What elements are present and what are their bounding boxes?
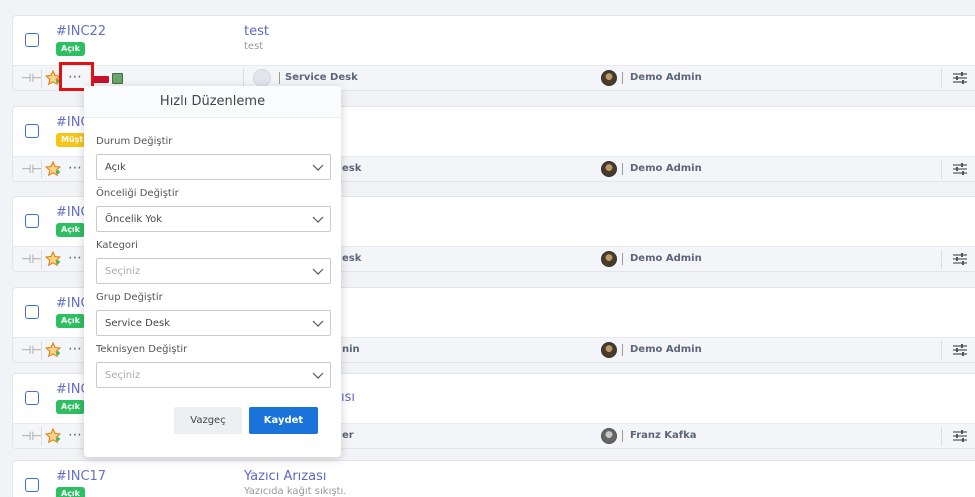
ticket-card[interactable]: #INC17 Açık Yazıcı Arızası Yazıcıda kağı… — [12, 460, 975, 497]
popup-title: Hızlı Düzenleme — [84, 86, 341, 118]
cancel-button[interactable]: Vazgeç — [174, 407, 242, 434]
status-badge: Açık — [56, 487, 85, 497]
group-name[interactable]: Service Desk — [285, 72, 358, 83]
ticket-checkbox[interactable] — [25, 33, 39, 47]
pin-icon[interactable]: ⊣⊢ — [21, 343, 42, 357]
divider — [41, 69, 42, 88]
status-select[interactable]: Açık — [96, 154, 331, 180]
group-select[interactable]: Service Desk — [96, 310, 331, 336]
divider — [941, 160, 942, 179]
ticket-id[interactable]: #INC22 — [56, 24, 106, 39]
divider — [41, 250, 42, 269]
settings-sliders-icon[interactable] — [953, 72, 967, 84]
more-actions-button[interactable]: ⋯ — [68, 249, 83, 267]
ticket-checkbox[interactable] — [25, 478, 39, 492]
status-change-label: Durum Değiştir — [96, 136, 173, 147]
pin-icon[interactable]: ⊣⊢ — [21, 71, 42, 85]
divider — [41, 427, 42, 446]
group-name[interactable]: esk — [342, 163, 361, 174]
ticket-description: Yazıcıda kağıt sıkıştı. — [244, 486, 347, 497]
status-badge: Açık — [56, 400, 85, 414]
ticket-checkbox[interactable] — [25, 391, 39, 405]
divider — [941, 69, 942, 88]
divider — [41, 160, 42, 179]
separator — [622, 163, 623, 175]
settings-sliders-icon[interactable] — [953, 163, 967, 175]
technician-change-label: Teknisyen Değiştir — [96, 344, 188, 355]
divider — [941, 427, 942, 446]
pin-icon[interactable]: ⊣⊢ — [21, 162, 42, 176]
status-badge: Açık — [56, 223, 85, 237]
settings-sliders-icon[interactable] — [953, 253, 967, 265]
group-select-value: Service Desk — [105, 318, 170, 329]
chevron-down-icon — [312, 320, 324, 327]
ticket-subject[interactable]: Yazıcı Arızası — [244, 469, 326, 484]
priority-change-label: Önceliği Değiştir — [96, 188, 179, 199]
category-select[interactable]: Seçiniz — [96, 258, 331, 284]
divider — [941, 341, 942, 360]
technician-name[interactable]: Demo Admin — [630, 72, 702, 83]
ticket-description: test — [244, 41, 264, 52]
quick-edit-popup: Hızlı Düzenleme Durum Değiştir Açık Önce… — [84, 86, 341, 457]
more-actions-button[interactable]: ⋯ — [68, 426, 83, 444]
group-name[interactable]: er — [342, 430, 354, 441]
technician-avatar — [601, 70, 617, 86]
technician-name[interactable]: Demo Admin — [630, 163, 702, 174]
ticket-checkbox[interactable] — [25, 214, 39, 228]
pin-icon[interactable]: ⊣⊢ — [21, 429, 42, 443]
group-avatar — [253, 69, 271, 87]
star-add-icon[interactable] — [45, 251, 61, 267]
category-select-value: Seçiniz — [105, 266, 141, 277]
star-add-icon[interactable] — [45, 342, 61, 358]
group-name[interactable]: esk — [342, 253, 361, 264]
technician-select[interactable]: Seçiniz — [96, 362, 331, 388]
status-select-value: Açık — [105, 162, 126, 173]
chevron-down-icon — [312, 164, 324, 171]
save-button[interactable]: Kaydet — [249, 407, 318, 434]
divider — [41, 341, 42, 360]
ticket-checkbox[interactable] — [25, 305, 39, 319]
ticket-subject[interactable]: test — [244, 24, 269, 39]
category-label: Kategori — [96, 240, 138, 251]
more-actions-button[interactable]: ⋯ — [68, 159, 83, 177]
technician-avatar — [601, 161, 617, 177]
settings-sliders-icon[interactable] — [953, 430, 967, 442]
separator — [622, 253, 623, 265]
star-add-icon[interactable] — [45, 428, 61, 444]
settings-sliders-icon[interactable] — [953, 344, 967, 356]
status-badge: Açık — [56, 42, 85, 56]
ticket-card[interactable]: #INC22 Açık test test ⊣⊢ ⋯ Service Desk … — [12, 15, 975, 91]
technician-avatar — [601, 428, 617, 444]
ticket-subject[interactable]: ısı — [341, 390, 355, 405]
ticket-id[interactable]: #INC17 — [56, 469, 106, 484]
green-tag-icon — [112, 73, 123, 84]
separator — [622, 72, 623, 84]
priority-select-value: Öncelik Yok — [105, 214, 163, 225]
status-badge: Açık — [56, 314, 85, 328]
pin-icon[interactable]: ⊣⊢ — [21, 252, 42, 266]
technician-select-value: Seçiniz — [105, 370, 141, 381]
group-name[interactable]: nin — [342, 344, 360, 355]
technician-avatar — [601, 342, 617, 358]
more-actions-button[interactable]: ⋯ — [68, 340, 83, 358]
separator — [279, 72, 280, 84]
group-change-label: Grup Değiştir — [96, 292, 163, 303]
technician-name[interactable]: Demo Admin — [630, 253, 702, 264]
technician-name[interactable]: Demo Admin — [630, 344, 702, 355]
chevron-down-icon — [312, 372, 324, 379]
chevron-down-icon — [312, 268, 324, 275]
technician-avatar — [601, 251, 617, 267]
priority-select[interactable]: Öncelik Yok — [96, 206, 331, 232]
red-tag-icon — [93, 76, 109, 83]
separator — [622, 344, 623, 356]
ticket-checkbox[interactable] — [25, 124, 39, 138]
divider — [941, 250, 942, 269]
chevron-down-icon — [312, 216, 324, 223]
star-add-icon[interactable] — [45, 161, 61, 177]
technician-name[interactable]: Franz Kafka — [630, 430, 697, 441]
separator — [622, 430, 623, 442]
